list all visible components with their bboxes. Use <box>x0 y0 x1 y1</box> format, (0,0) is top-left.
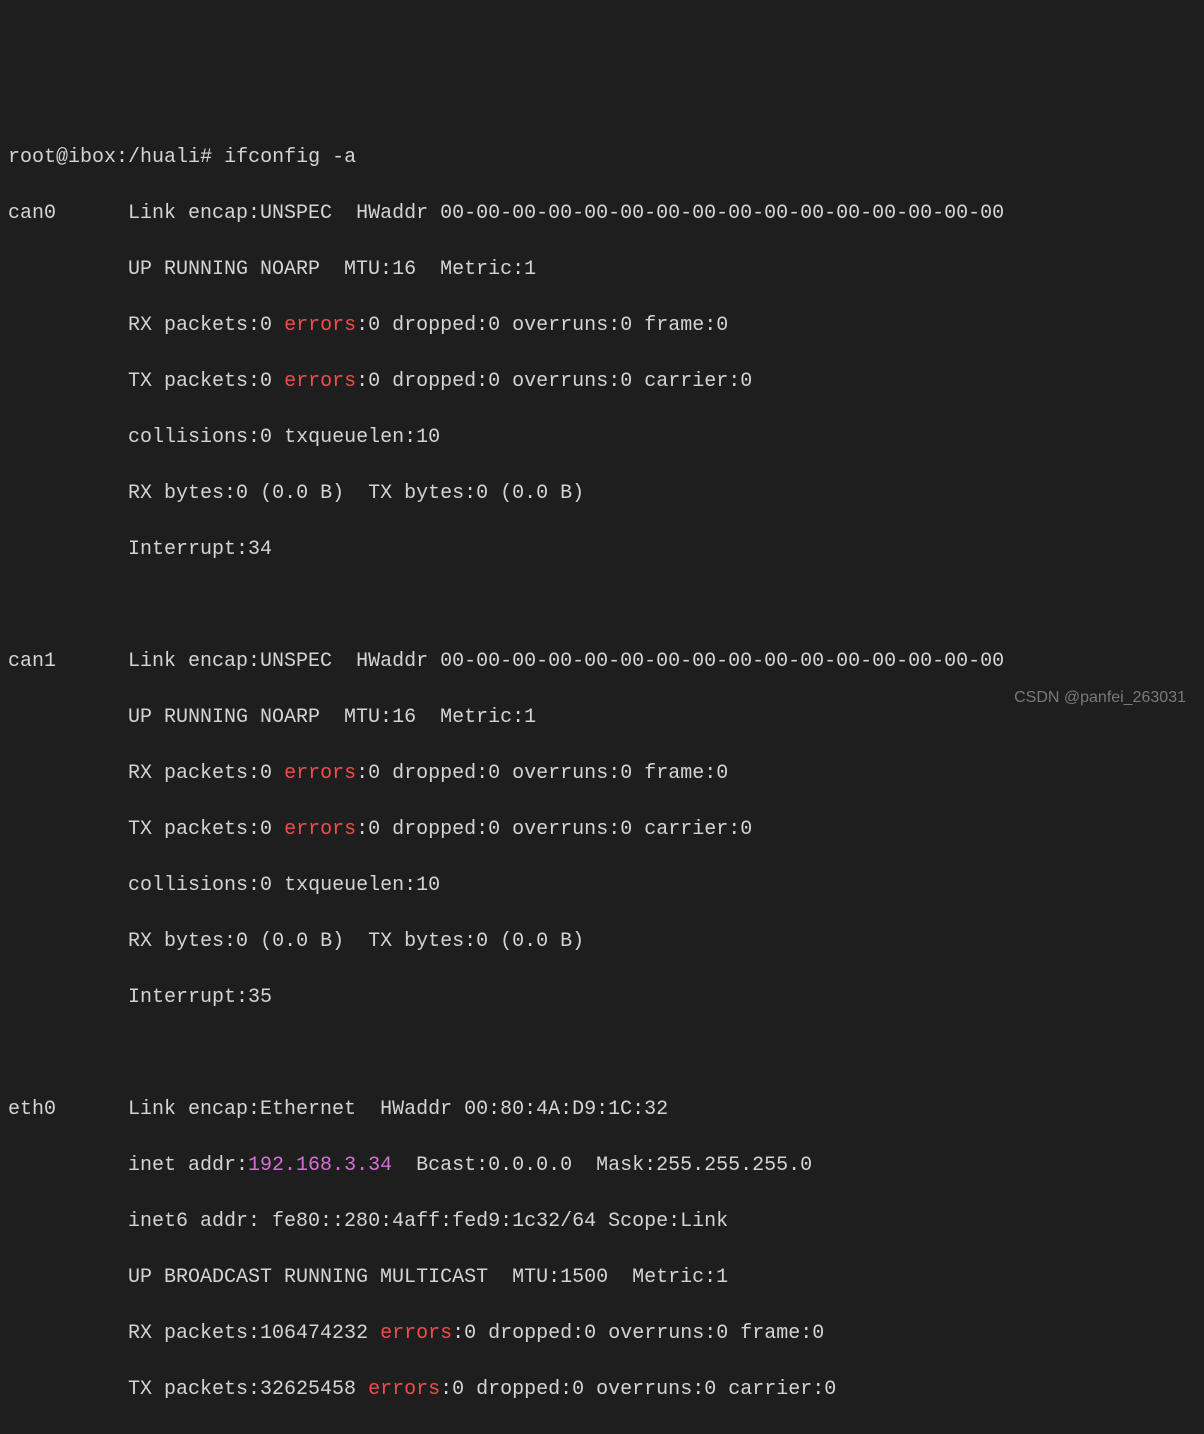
iface-name: eth0 <box>8 1096 128 1124</box>
iface-can0-coll: collisions:0 txqueuelen:10 <box>8 424 1196 452</box>
errors-label: errors <box>380 1322 452 1345</box>
errors-label: errors <box>284 314 356 337</box>
iface-name: can1 <box>8 648 128 676</box>
errors-label: errors <box>368 1378 440 1401</box>
ip-address: 192.168.3.34 <box>248 1154 392 1177</box>
iface-can0-tx: TX packets:0 errors:0 dropped:0 overruns… <box>8 368 1196 396</box>
iface-can1-tx: TX packets:0 errors:0 dropped:0 overruns… <box>8 816 1196 844</box>
iface-eth0-tx: TX packets:32625458 errors:0 dropped:0 o… <box>8 1376 1196 1404</box>
iface-eth0-rx: RX packets:106474232 errors:0 dropped:0 … <box>8 1320 1196 1348</box>
iface-eth0-line1: eth0Link encap:Ethernet HWaddr 00:80:4A:… <box>8 1096 1196 1124</box>
iface-eth0-inet: inet addr:192.168.3.34 Bcast:0.0.0.0 Mas… <box>8 1152 1196 1180</box>
blank-line <box>8 1040 1196 1068</box>
iface-can0-line1: can0Link encap:UNSPEC HWaddr 00-00-00-00… <box>8 200 1196 228</box>
iface-eth0-inet6: inet6 addr: fe80::280:4aff:fed9:1c32/64 … <box>8 1208 1196 1236</box>
iface-can1-line1: can1Link encap:UNSPEC HWaddr 00-00-00-00… <box>8 648 1196 676</box>
terminal-output[interactable]: root@ibox:/huali# ifconfig -a can0Link e… <box>8 116 1196 1434</box>
command-text: ifconfig -a <box>224 146 356 169</box>
prompt-user: root@ibox:/huali# <box>8 146 212 169</box>
errors-label: errors <box>284 370 356 393</box>
iface-can0-rx: RX packets:0 errors:0 dropped:0 overruns… <box>8 312 1196 340</box>
blank-line <box>8 592 1196 620</box>
prompt-line: root@ibox:/huali# ifconfig -a <box>8 144 1196 172</box>
iface-can0-int: Interrupt:34 <box>8 536 1196 564</box>
iface-can1-rx: RX packets:0 errors:0 dropped:0 overruns… <box>8 760 1196 788</box>
iface-can0-flags: UP RUNNING NOARP MTU:16 Metric:1 <box>8 256 1196 284</box>
iface-can1-bytes: RX bytes:0 (0.0 B) TX bytes:0 (0.0 B) <box>8 928 1196 956</box>
errors-label: errors <box>284 762 356 785</box>
iface-eth0-coll: collisions:0 txqueuelen:1000 <box>8 1432 1196 1434</box>
iface-can1-coll: collisions:0 txqueuelen:10 <box>8 872 1196 900</box>
errors-label: errors <box>284 818 356 841</box>
iface-can0-bytes: RX bytes:0 (0.0 B) TX bytes:0 (0.0 B) <box>8 480 1196 508</box>
watermark-text: CSDN @panfei_263031 <box>1014 687 1186 709</box>
iface-can1-int: Interrupt:35 <box>8 984 1196 1012</box>
iface-eth0-flags: UP BROADCAST RUNNING MULTICAST MTU:1500 … <box>8 1264 1196 1292</box>
iface-name: can0 <box>8 200 128 228</box>
